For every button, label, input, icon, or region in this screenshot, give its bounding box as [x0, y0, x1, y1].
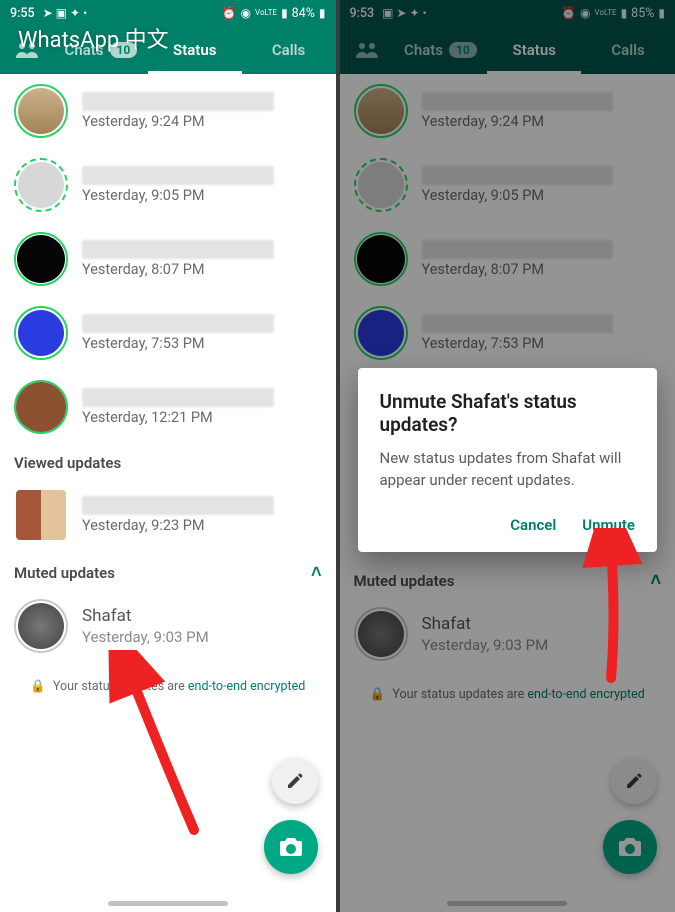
status-time: Yesterday, 9:24 PM: [82, 113, 322, 130]
status-icons-right: ⏰ ◉ VoLTE ▮ 84% ▮: [222, 6, 326, 21]
alarm-icon: ⏰: [222, 7, 237, 19]
avatar: [18, 310, 64, 356]
status-ring: [14, 488, 68, 542]
avatar: [16, 490, 66, 540]
status-ring: [14, 599, 68, 653]
send-icon: ➤: [43, 7, 53, 19]
camera-fab[interactable]: [264, 820, 318, 874]
pencil-icon: [285, 771, 305, 791]
section-muted[interactable]: Muted updates ˄: [0, 552, 336, 589]
camera-icon: [278, 836, 304, 858]
tab-calls[interactable]: Calls: [242, 26, 336, 74]
encryption-notice[interactable]: 🔒 Your status updates are end-to-end enc…: [0, 663, 336, 704]
battery-text: 84%: [292, 6, 315, 21]
enc-prefix: Your status updates are: [53, 679, 188, 694]
section-muted-label: Muted updates: [14, 564, 115, 582]
tab-status[interactable]: Status: [148, 26, 242, 74]
signal-icon: ▮: [281, 7, 288, 19]
status-list[interactable]: Yesterday, 9:24 PM Yesterday, 9:05 PM Ye…: [0, 74, 336, 912]
chats-badge: 10: [110, 42, 138, 58]
dot-icon: •: [83, 7, 87, 19]
status-info: Yesterday, 12:21 PM: [82, 388, 322, 426]
status-info: Yesterday, 7:53 PM: [82, 314, 322, 352]
status-info: Yesterday, 9:23 PM: [82, 496, 322, 534]
battery-icon: ▮: [319, 7, 326, 19]
android-status-bar: 9:55 ➤ ▣ ✦ • ⏰ ◉ VoLTE ▮ 84% ▮: [0, 0, 336, 26]
avatar: [18, 603, 64, 649]
cancel-button[interactable]: Cancel: [510, 516, 556, 534]
status-row[interactable]: Yesterday, 9:24 PM: [0, 74, 336, 148]
avatar: [18, 162, 64, 208]
muted-status-row[interactable]: Shafat Yesterday, 9:03 PM: [0, 589, 336, 663]
edit-status-fab[interactable]: [272, 758, 318, 804]
lock-icon: 🔒: [30, 679, 46, 694]
contact-name: Shafat: [82, 606, 322, 626]
status-row[interactable]: Yesterday, 9:05 PM: [0, 148, 336, 222]
status-row[interactable]: Yesterday, 8:07 PM: [0, 222, 336, 296]
clock: 9:55: [10, 6, 35, 21]
dialog-body: New status updates from Shafat will appe…: [380, 448, 636, 492]
status-info: Yesterday, 9:24 PM: [82, 92, 322, 130]
enc-link[interactable]: end-to-end encrypted: [188, 679, 305, 694]
contact-name-redacted: [82, 388, 274, 407]
image-icon: ▣: [56, 7, 67, 19]
status-time: Yesterday, 8:07 PM: [82, 261, 322, 278]
hash-icon: ✦: [70, 7, 80, 19]
unmute-dialog: Unmute Shafat's status updates? New stat…: [358, 368, 658, 552]
section-viewed: Viewed updates: [0, 444, 336, 478]
contact-name-redacted: [82, 314, 274, 333]
status-info: Shafat Yesterday, 9:03 PM: [82, 606, 322, 646]
tab-calls-label: Calls: [272, 41, 305, 59]
right-screenshot: 9:53 ▣ ➤ ✦ • ⏰ ◉ VoLTE ▮ 85% ▮ Chats 10 …: [336, 0, 675, 912]
wifi-icon: ◉: [241, 7, 251, 19]
contact-name-redacted: [82, 240, 274, 259]
status-time: Yesterday, 12:21 PM: [82, 409, 322, 426]
chevron-up-icon: ˄: [311, 562, 322, 583]
status-row[interactable]: Yesterday, 7:53 PM: [0, 296, 336, 370]
status-ring: [14, 84, 68, 138]
contact-name-redacted: [82, 92, 274, 111]
community-icon: [15, 41, 39, 59]
status-ring: [14, 306, 68, 360]
gesture-bar: [108, 901, 228, 906]
status-ring: [14, 380, 68, 434]
unmute-button[interactable]: Unmute: [582, 516, 635, 534]
top-tabs: Chats 10 Status Calls: [0, 26, 336, 74]
status-info: Yesterday, 9:05 PM: [82, 166, 322, 204]
avatar: [17, 235, 65, 283]
tab-chats-label: Chats: [65, 41, 104, 59]
tab-chats[interactable]: Chats 10: [54, 26, 148, 74]
status-time: Yesterday, 9:03 PM: [82, 628, 322, 646]
lte-icon: VoLTE: [255, 9, 277, 17]
section-viewed-label: Viewed updates: [14, 454, 121, 472]
avatar: [16, 382, 66, 432]
status-icons-left: ➤ ▣ ✦ •: [43, 7, 88, 19]
status-time: Yesterday, 9:23 PM: [82, 517, 322, 534]
contact-name-redacted: [82, 496, 274, 515]
tab-status-label: Status: [173, 41, 216, 59]
status-row[interactable]: Yesterday, 12:21 PM: [0, 370, 336, 444]
status-time: Yesterday, 7:53 PM: [82, 335, 322, 352]
dialog-title: Unmute Shafat's status updates?: [380, 390, 636, 436]
left-screenshot: WhatsApp 中文 9:55 ➤ ▣ ✦ • ⏰ ◉ VoLTE ▮ 84%…: [0, 0, 336, 912]
status-time: Yesterday, 9:05 PM: [82, 187, 322, 204]
contact-name-redacted: [82, 166, 274, 185]
community-tab[interactable]: [0, 26, 54, 74]
status-info: Yesterday, 8:07 PM: [82, 240, 322, 278]
dialog-actions: Cancel Unmute: [380, 516, 636, 544]
status-ring: [14, 158, 68, 212]
status-row[interactable]: Yesterday, 9:23 PM: [0, 478, 336, 552]
avatar: [18, 88, 64, 134]
status-ring: [14, 232, 68, 286]
